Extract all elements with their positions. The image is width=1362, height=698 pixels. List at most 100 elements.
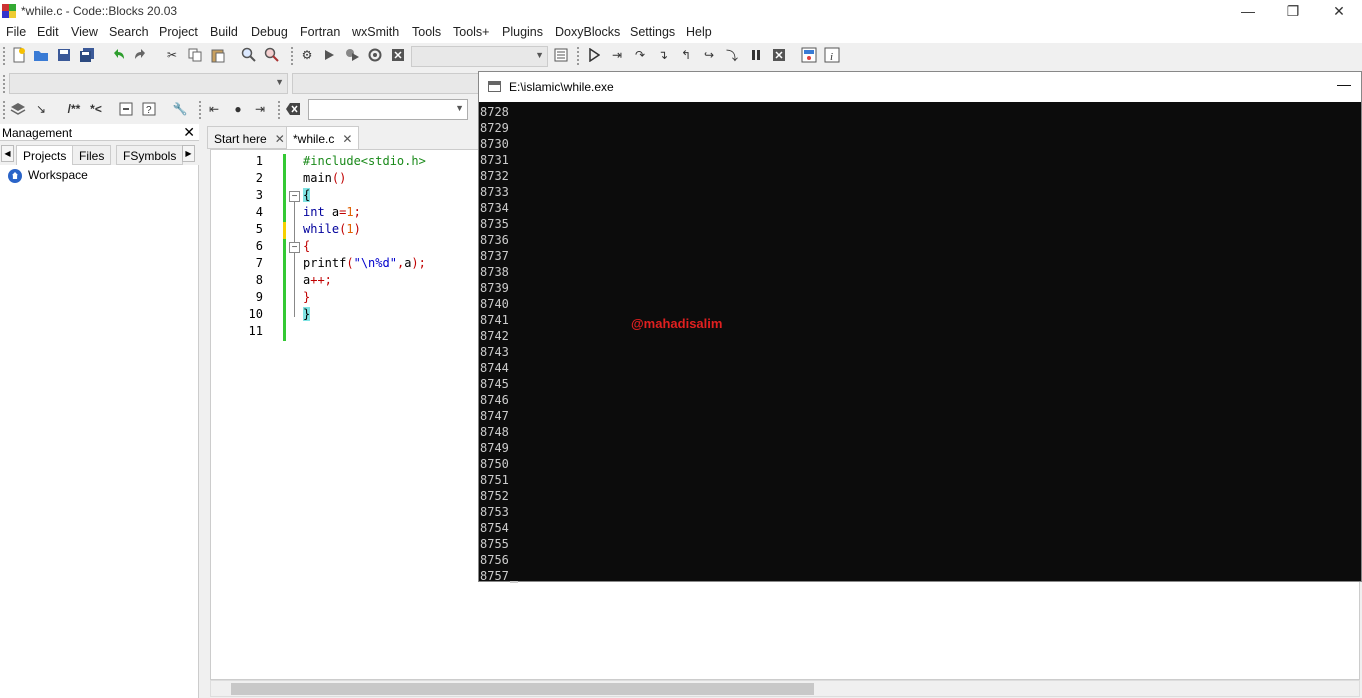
toolbar-grip[interactable]: [3, 75, 7, 93]
management-tabs: ◀ Projects Files FSymbols ▶: [0, 143, 199, 165]
code-line[interactable]: main(): [303, 171, 346, 185]
menu-debug[interactable]: Debug: [251, 25, 288, 39]
undo-icon[interactable]: [110, 47, 126, 63]
menu-doxyblocks[interactable]: DoxyBlocks: [555, 25, 620, 39]
chevron-left-icon[interactable]: ◀: [1, 145, 14, 162]
open-folder-icon[interactable]: [33, 47, 49, 63]
code-line[interactable]: int a=1;: [303, 205, 361, 219]
comment-block-button[interactable]: /**: [63, 101, 85, 117]
tab-start-here[interactable]: Start here ✕: [207, 126, 292, 149]
toolbar-grip[interactable]: [577, 47, 581, 65]
step-out-icon[interactable]: ↰: [678, 47, 694, 63]
menu-tools[interactable]: Tools: [412, 25, 441, 39]
menu-settings[interactable]: Settings: [630, 25, 675, 39]
layers-icon[interactable]: [10, 101, 26, 117]
code-line[interactable]: #include<stdio.h>: [303, 154, 426, 168]
horizontal-scrollbar[interactable]: [210, 680, 1360, 697]
pause-icon[interactable]: [748, 47, 764, 63]
svg-text:?: ?: [146, 105, 152, 116]
console-minimize-button[interactable]: —: [1337, 76, 1351, 92]
build-and-run-icon[interactable]: [344, 47, 360, 63]
tab-while-c[interactable]: *while.c ✕: [286, 126, 360, 149]
tab-projects[interactable]: Projects: [16, 145, 74, 165]
insert-box-icon[interactable]: [118, 101, 134, 117]
menu-project[interactable]: Project: [159, 25, 198, 39]
wrench-icon[interactable]: 🔧: [172, 101, 188, 117]
tab-files[interactable]: Files: [72, 145, 112, 165]
info-icon[interactable]: i: [824, 47, 840, 63]
menu-search[interactable]: Search: [109, 25, 149, 39]
console-line: 8745: [480, 377, 509, 391]
function-select[interactable]: [292, 73, 482, 94]
code-line[interactable]: }: [303, 307, 311, 321]
menu-edit[interactable]: Edit: [37, 25, 59, 39]
console-line: 8737: [480, 249, 509, 263]
save-icon[interactable]: [56, 47, 72, 63]
maximize-button[interactable]: ❐: [1270, 0, 1316, 23]
code-line[interactable]: while(1): [303, 222, 361, 236]
toolbar-grip[interactable]: [291, 47, 295, 65]
replace-icon[interactable]: [264, 47, 280, 63]
menu-plugins[interactable]: Plugins: [502, 25, 543, 39]
menu-view[interactable]: View: [71, 25, 98, 39]
tab-fsymbols[interactable]: FSymbols: [116, 145, 184, 165]
menu-tools-plus[interactable]: Tools+: [453, 25, 489, 39]
paste-icon[interactable]: [210, 47, 226, 63]
close-icon[interactable]: ✕: [275, 132, 285, 146]
scope-select[interactable]: ▼: [9, 73, 288, 94]
toolbar-grip[interactable]: [278, 101, 282, 119]
run-icon[interactable]: [321, 47, 337, 63]
build-target-select[interactable]: ▼: [411, 46, 548, 67]
menu-file[interactable]: File: [6, 25, 26, 39]
rebuild-icon[interactable]: [367, 47, 383, 63]
save-all-icon[interactable]: [79, 47, 95, 63]
minimize-button[interactable]: —: [1225, 0, 1271, 23]
prev-bookmark-icon[interactable]: ⇤: [206, 101, 222, 117]
scrollbar-thumb[interactable]: [231, 683, 814, 695]
help-box-icon[interactable]: ?: [141, 101, 157, 117]
code-line[interactable]: }: [303, 290, 310, 304]
find-icon[interactable]: [241, 47, 257, 63]
step-into-instruction-icon[interactable]: ⤵: [724, 47, 740, 63]
comment-line-button[interactable]: *<: [86, 101, 106, 117]
code-line[interactable]: {: [303, 239, 310, 253]
next-instruction-icon[interactable]: ↪: [701, 47, 717, 63]
stop-debug-icon[interactable]: [771, 47, 787, 63]
menu-help[interactable]: Help: [686, 25, 712, 39]
toolbar-grip[interactable]: [199, 101, 203, 119]
jump-icon[interactable]: ↘: [33, 101, 49, 117]
run-to-cursor-icon[interactable]: ⇥: [609, 47, 625, 63]
incremental-search-input[interactable]: ▼: [308, 99, 468, 120]
close-icon[interactable]: ✕: [183, 124, 195, 141]
fold-toggle-icon[interactable]: −: [289, 242, 300, 253]
next-bookmark-icon[interactable]: ⇥: [252, 101, 268, 117]
redo-icon[interactable]: [133, 47, 149, 63]
console-window[interactable]: E:\islamic\while.exe — 8728 8729 8730 8731 8…: [478, 71, 1362, 583]
target-options-icon[interactable]: [553, 47, 569, 63]
build-gear-icon[interactable]: ⚙: [299, 47, 315, 63]
debug-windows-icon[interactable]: [801, 47, 817, 63]
chevron-right-icon[interactable]: ▶: [182, 145, 195, 162]
close-button[interactable]: ✕: [1316, 0, 1362, 23]
code-line[interactable]: {: [303, 188, 311, 202]
copy-icon[interactable]: [187, 47, 203, 63]
cut-icon[interactable]: ✂: [164, 47, 180, 63]
toolbar-grip[interactable]: [3, 101, 7, 119]
fold-toggle-icon[interactable]: −: [289, 191, 300, 202]
tree-item-workspace[interactable]: Workspace: [28, 168, 88, 182]
code-line[interactable]: printf("\n%d",a);: [303, 256, 426, 270]
menu-build[interactable]: Build: [210, 25, 238, 39]
menu-wxsmith[interactable]: wxSmith: [352, 25, 399, 39]
new-file-icon[interactable]: [11, 47, 27, 63]
menu-fortran[interactable]: Fortran: [300, 25, 340, 39]
debug-start-icon[interactable]: [586, 47, 602, 63]
toggle-bookmark-icon[interactable]: ●: [230, 101, 246, 117]
close-icon[interactable]: ✕: [342, 132, 352, 146]
toolbar-grip[interactable]: [3, 47, 7, 65]
console-line: 8734: [480, 201, 509, 215]
clear-search-icon[interactable]: [285, 101, 301, 117]
step-into-icon[interactable]: ↴: [655, 47, 671, 63]
abort-icon[interactable]: [390, 47, 406, 63]
code-line[interactable]: a++;: [303, 273, 332, 287]
next-line-icon[interactable]: ↷: [632, 47, 648, 63]
